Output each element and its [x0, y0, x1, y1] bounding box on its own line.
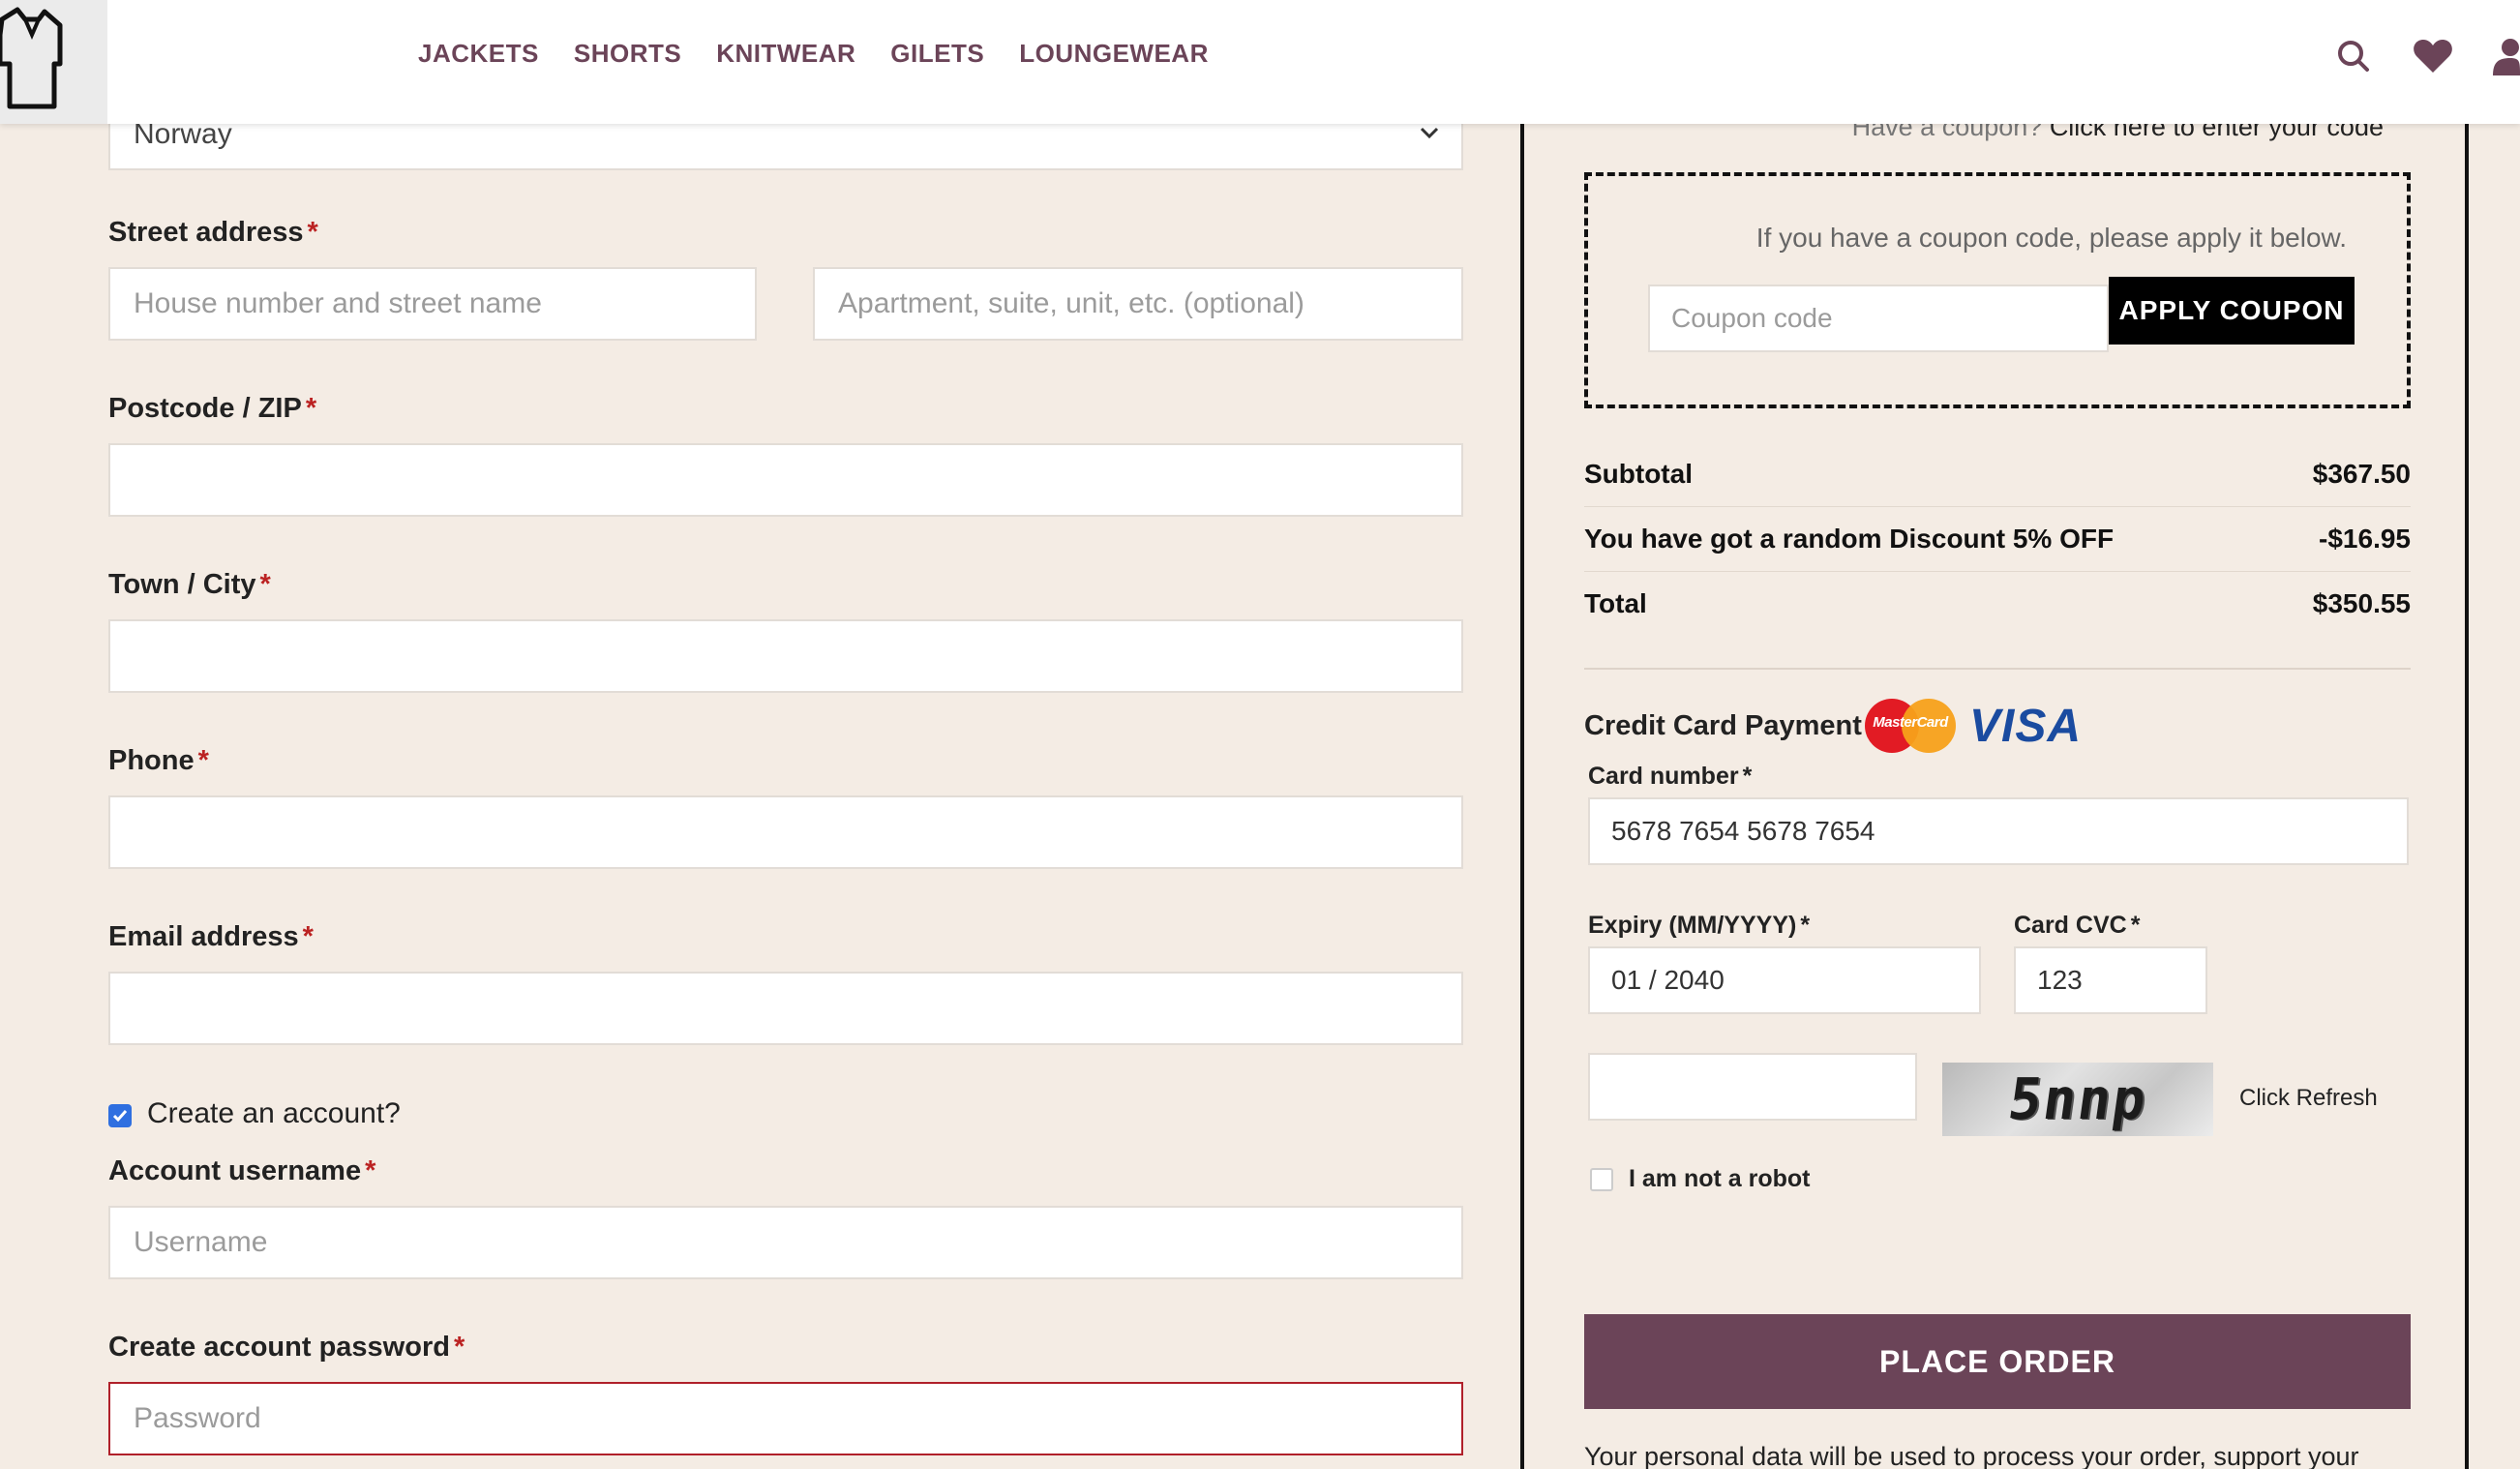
nav-item-gilets[interactable]: GILETS — [890, 39, 984, 69]
email-input[interactable] — [108, 972, 1463, 1045]
heart-icon[interactable] — [2412, 35, 2454, 77]
discount-value: -$16.95 — [2319, 524, 2411, 554]
nav-item-jackets[interactable]: JACKETS — [418, 39, 539, 69]
expiry-label: Expiry (MM/YYYY) * — [1588, 912, 1811, 939]
robot-label: I am not a robot — [1629, 1165, 1811, 1192]
cvc-label: Card CVC * — [2014, 912, 2141, 939]
privacy-text: Your personal data will be used to proce… — [1584, 1442, 2359, 1469]
captcha-input[interactable] — [1588, 1053, 1917, 1121]
subtotal-label: Subtotal — [1584, 458, 1693, 489]
totals-row-subtotal: Subtotal $367.50 — [1584, 441, 2411, 506]
captcha-image: 5nnp — [1942, 1063, 2213, 1136]
card-number-input[interactable] — [1588, 797, 2409, 865]
captcha-refresh-link[interactable]: Click Refresh — [2239, 1085, 2378, 1112]
phone-label: Phone * — [108, 745, 209, 776]
postcode-input[interactable] — [108, 443, 1463, 517]
phone-input[interactable] — [108, 795, 1463, 869]
chevron-down-icon — [1420, 127, 1439, 139]
create-account-row: Create an account? — [108, 1097, 401, 1130]
apply-coupon-button[interactable]: APPLY COUPON — [2109, 277, 2355, 345]
card-logos: MasterCard VISA — [1865, 699, 2082, 753]
place-order-button[interactable]: PLACE ORDER — [1584, 1314, 2411, 1409]
username-input[interactable] — [108, 1206, 1463, 1279]
street-label: Street address * — [108, 217, 318, 248]
logo[interactable] — [0, 0, 107, 124]
order-review-panel: Have a coupon? Click here to enter your … — [1520, 0, 2469, 1469]
robot-check-row: I am not a robot — [1590, 1165, 1811, 1193]
password-input[interactable] — [108, 1382, 1463, 1455]
nav-item-knitwear[interactable]: KNITWEAR — [716, 39, 855, 69]
coupon-input[interactable] — [1648, 285, 2109, 352]
nav-item-loungewear[interactable]: LOUNGEWEAR — [1019, 39, 1209, 69]
subtotal-value: $367.50 — [2312, 458, 2411, 489]
nav-item-shorts[interactable]: SHORTS — [574, 39, 681, 69]
card-number-label: Card number * — [1588, 763, 1753, 790]
street-address-input[interactable] — [108, 267, 757, 341]
email-label: Email address * — [108, 921, 314, 952]
divider — [1584, 668, 2411, 670]
totals-row-total: Total $350.55 — [1584, 571, 2411, 636]
mastercard-logo: MasterCard — [1865, 699, 1956, 753]
totals-row-discount: You have got a random Discount 5% OFF -$… — [1584, 506, 2411, 571]
payment-title: Credit Card Payment — [1584, 710, 1862, 741]
discount-label: You have got a random Discount 5% OFF — [1584, 524, 2115, 554]
robot-checkbox[interactable] — [1590, 1167, 1613, 1191]
search-icon[interactable] — [2332, 35, 2375, 77]
order-totals: Subtotal $367.50 You have got a random D… — [1584, 441, 2411, 636]
create-account-checkbox[interactable] — [108, 1104, 132, 1127]
password-label: Create account password * — [108, 1332, 465, 1363]
cvc-input[interactable] — [2014, 946, 2207, 1014]
city-label: Town / City * — [108, 569, 271, 600]
shirt-logo-icon — [0, 7, 63, 109]
create-account-label: Create an account? — [147, 1097, 401, 1129]
apartment-input[interactable] — [813, 267, 1463, 341]
visa-logo: VISA — [1969, 700, 2083, 752]
expiry-input[interactable] — [1588, 946, 1981, 1014]
username-label: Account username * — [108, 1155, 376, 1186]
coupon-message: If you have a coupon code, please apply … — [1755, 223, 2347, 253]
total-value: $350.55 — [2312, 588, 2411, 618]
city-input[interactable] — [108, 619, 1463, 693]
user-icon[interactable] — [2491, 35, 2520, 77]
main-nav: JACKETS SHORTS KNITWEAR GILETS LOUNGEWEA… — [418, 39, 1209, 69]
postcode-label: Postcode / ZIP * — [108, 393, 317, 424]
site-header: JACKETS SHORTS KNITWEAR GILETS LOUNGEWEA… — [0, 0, 2520, 124]
total-label: Total — [1584, 588, 1647, 618]
header-actions — [2332, 35, 2520, 77]
coupon-box: If you have a coupon code, please apply … — [1584, 172, 2411, 408]
